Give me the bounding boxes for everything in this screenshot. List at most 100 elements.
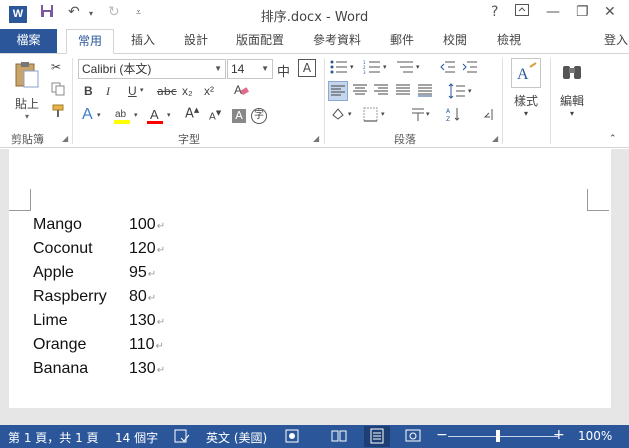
zoom-slider-track[interactable] [448,436,558,437]
tab-design[interactable]: 設計 [184,29,208,53]
subscript-button[interactable]: x₂ [182,84,193,98]
read-mode-icon[interactable] [331,428,347,447]
zoom-level[interactable]: 100% [578,429,612,443]
character-border-button[interactable]: A [298,59,316,77]
separator [324,58,325,144]
tab-file[interactable]: 檔案 [0,29,57,53]
help-button[interactable]: ? [491,4,498,20]
enclose-characters-button[interactable]: 字 [251,108,267,124]
font-launcher-icon[interactable]: ◢ [313,134,319,143]
document-page[interactable]: Mango 100↵ Coconut 120↵ Apple 95↵ Raspbe… [9,149,611,408]
collapse-ribbon-icon[interactable]: ⌃ [609,134,617,144]
tab-insert[interactable]: 插入 [131,29,155,53]
chevron-down-icon: ▼ [261,64,269,73]
asian-layout-dropdown-icon[interactable]: ▾ [426,110,430,118]
format-painter-icon[interactable] [51,104,65,121]
zoom-in-button[interactable]: + [553,427,565,443]
superscript-button[interactable]: x² [204,84,214,98]
tab-review[interactable]: 校閱 [443,29,467,53]
bullets-dropdown-icon[interactable]: ▾ [350,63,354,71]
borders-icon[interactable] [363,107,378,125]
align-right-button[interactable] [373,83,389,100]
font-color-dropdown-icon[interactable]: ▾ [167,111,171,119]
sort-icon[interactable]: AZ [446,107,462,125]
highlight-dropdown-icon[interactable]: ▾ [134,111,138,119]
clipboard-launcher-icon[interactable]: ◢ [62,134,68,143]
tab-layout[interactable]: 版面配置 [236,29,284,53]
paragraph-launcher-icon[interactable]: ◢ [492,134,498,143]
strikethrough-button[interactable]: abc [157,85,177,98]
highlight-color-button[interactable]: ab [113,106,131,129]
print-layout-button[interactable] [364,426,390,447]
show-hide-marks-icon[interactable] [482,107,496,125]
paste-label: 貼上 [14,97,39,111]
underline-dropdown-icon[interactable]: ▾ [140,86,144,94]
signin-link[interactable]: 登入 [604,29,628,53]
text-effects-dropdown-icon[interactable]: ▾ [97,111,101,119]
item-name: Orange [33,336,87,353]
numbering-icon[interactable]: 123 [363,60,381,77]
item-value: 100↵ [129,216,166,233]
styles-button[interactable]: A 樣式 ▾ [508,58,544,118]
separator [550,58,551,144]
paragraph-mark-icon: ↵ [156,365,166,376]
shading-dropdown-icon[interactable]: ▾ [348,110,352,118]
align-center-button[interactable] [352,83,368,100]
ribbon-tabs: 檔案 常用 插入 設計 版面配置 參考資料 郵件 校閱 檢視 登入 [0,29,629,54]
copy-icon[interactable] [51,82,65,99]
tab-references[interactable]: 參考資料 [313,29,361,53]
font-color-button[interactable]: A [146,106,164,129]
paste-button[interactable]: 貼上 ▾ [10,60,44,121]
font-size-combo[interactable]: 14 ▼ [227,59,273,79]
shrink-font-button[interactable]: A▼ [209,109,221,122]
proofing-icon[interactable] [174,428,190,447]
text-effects-button[interactable]: A [82,106,93,124]
line-spacing-icon[interactable] [448,83,466,102]
item-value: 80↵ [129,288,157,305]
font-name-combo[interactable]: Calibri (本文) ▼ [78,59,226,79]
underline-button[interactable]: U [128,84,137,98]
tab-view[interactable]: 檢視 [497,29,521,53]
bold-button[interactable]: B [84,84,93,98]
svg-text:ab: ab [115,109,127,120]
clear-formatting-icon[interactable]: A [233,82,249,101]
page-count[interactable]: 第 1 頁，共 1 頁 [8,429,99,446]
distributed-button[interactable] [417,83,433,100]
bullets-icon[interactable] [330,60,348,77]
language-indicator[interactable]: 英文 (美國) [206,429,267,446]
paragraph-mark-icon: ↵ [156,221,166,232]
borders-dropdown-icon[interactable]: ▾ [381,110,385,118]
item-name: Apple [33,264,74,281]
grow-font-button[interactable]: A▲ [185,106,199,121]
web-layout-icon[interactable] [405,428,421,447]
italic-button[interactable]: I [106,84,110,99]
minimize-button[interactable]: — [546,4,560,20]
macro-record-icon[interactable] [284,428,300,447]
increase-indent-icon[interactable] [462,60,478,77]
editing-button[interactable]: 編輯 ▾ [556,58,588,118]
close-button[interactable]: ✕ [604,4,616,20]
phonetic-guide-button[interactable]: 中 [277,61,290,80]
tab-mailings[interactable]: 郵件 [390,29,414,53]
editing-dropdown-icon: ▾ [569,109,574,118]
numbering-dropdown-icon[interactable]: ▾ [383,63,387,71]
asian-layout-icon[interactable] [410,107,426,125]
svg-text:A: A [234,83,242,97]
word-count[interactable]: 14 個字 [115,429,158,446]
cut-icon[interactable]: ✂ [51,60,61,74]
multilevel-dropdown-icon[interactable]: ▾ [416,63,420,71]
zoom-slider-thumb[interactable] [496,430,500,442]
multilevel-list-icon[interactable] [396,60,414,77]
item-value: 120↵ [129,240,166,257]
line-spacing-dropdown-icon[interactable]: ▾ [468,87,472,95]
restore-button[interactable]: ❐ [576,4,589,20]
tab-home[interactable]: 常用 [66,29,114,54]
justify-button[interactable] [395,83,411,100]
shading-icon[interactable] [330,106,346,125]
align-left-button[interactable] [328,81,348,101]
character-shading-button[interactable]: A [232,109,246,123]
decrease-indent-icon[interactable] [440,60,456,77]
ribbon-display-icon[interactable] [515,4,529,20]
status-bar: 第 1 頁，共 1 頁 14 個字 英文 (美國) − + 100% [0,425,629,448]
zoom-out-button[interactable]: − [436,427,448,443]
